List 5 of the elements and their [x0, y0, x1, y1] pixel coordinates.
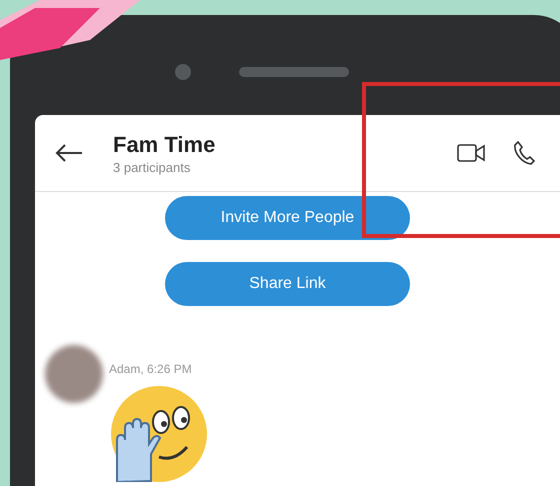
message-sender-time: Adam, 6:26 PM [109, 362, 193, 376]
chat-title: Fam Time [113, 132, 216, 158]
participant-count: 3 participants [113, 160, 192, 174]
action-button[interactable]: Invite More People [165, 196, 410, 240]
action-button[interactable]: Share Link [165, 262, 410, 306]
